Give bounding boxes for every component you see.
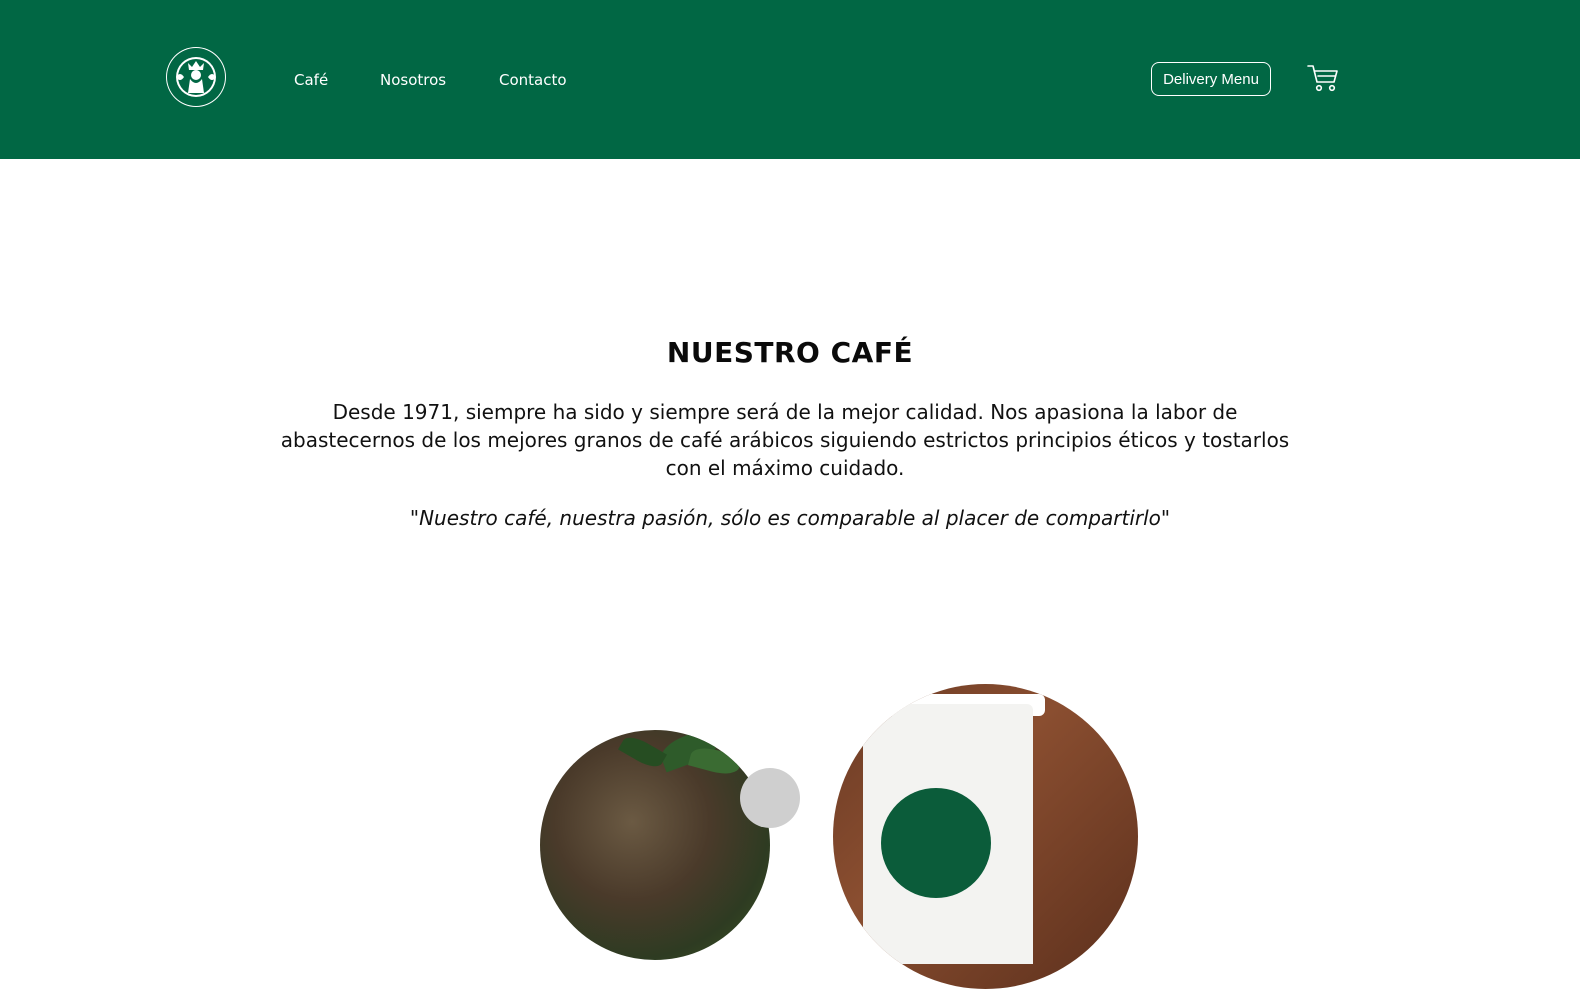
siren-logo-graphic	[167, 48, 225, 106]
cup-logo-icon	[881, 788, 991, 898]
person-image	[740, 768, 800, 828]
section-title: NUESTRO CAFÉ	[666, 336, 914, 369]
cup	[863, 704, 1033, 964]
section-quote: "Nuestro café, nuestra pasión, sólo es c…	[409, 506, 1171, 530]
nav-link-cafe[interactable]: Café	[294, 70, 328, 90]
coffee-plant-image	[540, 730, 770, 960]
coffee-cup-image	[833, 684, 1138, 989]
nav-link-contacto[interactable]: Contacto	[499, 70, 567, 90]
top-navigation-bar: Café Nosotros Contacto Delivery Menu	[0, 0, 1580, 159]
nav-link-nosotros[interactable]: Nosotros	[380, 70, 446, 90]
siren-logo-icon[interactable]	[166, 47, 226, 107]
delivery-menu-button[interactable]: Delivery Menu	[1151, 62, 1271, 96]
section-description: Desde 1971, siempre ha sido y siempre se…	[280, 400, 1290, 480]
shopping-cart-icon[interactable]	[1306, 62, 1340, 94]
